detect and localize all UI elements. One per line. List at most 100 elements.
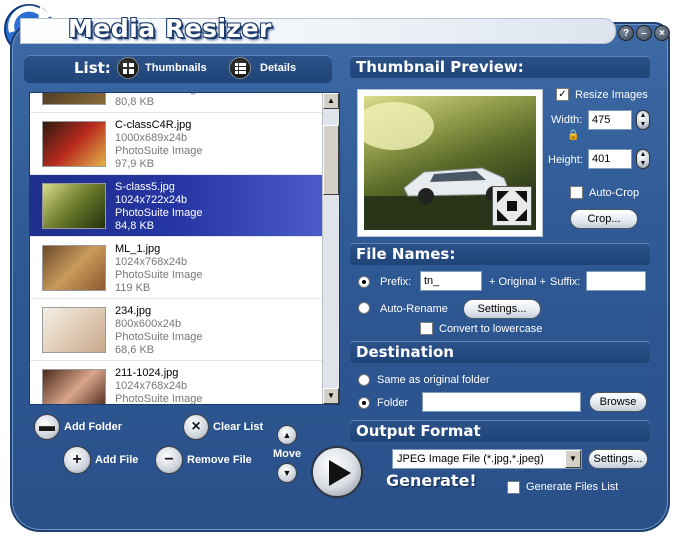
file-dimensions: 1024x768x24b: [115, 256, 188, 268]
scroll-down-arrow-icon[interactable]: ▼: [323, 388, 339, 404]
add-folder-label: Add Folder: [64, 421, 123, 433]
auto-rename-radio[interactable]: [358, 302, 370, 314]
file-size: 84,8 KB: [115, 220, 155, 232]
remove-file-button[interactable]: − Remove File: [155, 446, 252, 474]
scrollbar-thumb[interactable]: [323, 125, 339, 195]
play-icon: [329, 460, 351, 486]
same-folder-label: Same as original folder: [377, 374, 490, 386]
app-title: Media Resizer: [68, 14, 272, 43]
file-name: ML_1.jpg: [115, 243, 161, 255]
lowercase-label: Convert to lowercase: [439, 323, 543, 335]
file-list-item[interactable]: 211-1024.jpg 1024x768x24b PhotoSuite Image: [30, 361, 322, 405]
file-type: PhotoSuite Image: [115, 331, 203, 343]
folder-label: Folder: [377, 397, 409, 409]
folder-radio[interactable]: [358, 397, 370, 409]
auto-rename-label: Auto-Rename: [380, 303, 448, 315]
height-label: Height:: [548, 154, 583, 166]
details-view-label[interactable]: Details: [260, 62, 296, 74]
file-type: PhotoSuite Image: [115, 207, 203, 219]
file-dimensions: 1000x689x24b: [115, 132, 188, 144]
file-list-rows: PhotoSuite Image80,8 KBC-classC4R.jpg100…: [30, 93, 322, 405]
generate-files-list-checkbox[interactable]: [507, 481, 520, 494]
file-name: 234.jpg: [115, 305, 152, 317]
file-list-item[interactable]: ML_1.jpg 1024x768x24b PhotoSuite Image 119 …: [30, 237, 322, 299]
add-folder-button[interactable]: ▬ Add Folder: [34, 414, 122, 440]
auto-rename-settings-button[interactable]: Settings...: [463, 299, 541, 319]
file-thumbnail: [42, 245, 106, 291]
file-size: 80,8 KB: [115, 96, 155, 108]
file-list-item[interactable]: C-classC4R.jpg 1000x689x24b PhotoSuite Ima…: [30, 113, 322, 175]
file-list[interactable]: PhotoSuite Image80,8 KBC-classC4R.jpg100…: [29, 92, 340, 405]
add-file-button[interactable]: + Add File: [63, 446, 138, 474]
prefix-radio[interactable]: [358, 276, 370, 288]
browse-button[interactable]: Browse: [589, 392, 647, 412]
preview-header-label: Thumbnail Preview:: [356, 58, 524, 76]
preview-image: [364, 96, 536, 230]
thumbnail-preview: [357, 89, 543, 237]
output-settings-button[interactable]: Settings...: [588, 449, 648, 469]
thumbnails-view-icon[interactable]: [117, 57, 139, 79]
help-button[interactable]: ?: [618, 25, 634, 41]
add-file-icon: +: [63, 446, 91, 474]
height-input[interactable]: 401: [588, 149, 632, 169]
file-list-item[interactable]: 234.jpg 800x600x24b PhotoSuite Image 68,6 K…: [30, 299, 322, 361]
file-info: C-classC4R.jpg 1000x689x24b PhotoSuite Ima…: [115, 119, 202, 171]
file-info: 211-1024.jpg 1024x768x24b PhotoSuite Image: [115, 367, 203, 405]
suffix-input[interactable]: [586, 271, 646, 291]
original-label: + Original +: [489, 276, 546, 288]
same-folder-radio[interactable]: [358, 374, 370, 386]
file-type: PhotoSuite Image: [115, 269, 203, 281]
scroll-up-arrow-icon[interactable]: ▲: [323, 93, 339, 109]
output-format-select[interactable]: JPEG Image File (*.jpg,*.jpeg) ▼: [392, 449, 582, 469]
file-dimensions: 1024x768x24b: [115, 380, 188, 392]
generate-label[interactable]: Generate!: [386, 471, 477, 490]
width-input[interactable]: 475: [588, 110, 632, 130]
file-names-header-label: File Names:: [356, 245, 456, 263]
width-label: Width:: [551, 114, 583, 126]
move-down-button[interactable]: ▼: [277, 463, 297, 483]
file-type: PhotoSuite Image: [115, 393, 203, 405]
file-size: 68,6 KB: [115, 344, 155, 356]
file-thumbnail: [42, 307, 106, 353]
aspect-lock-icon[interactable]: 🔒: [567, 130, 579, 141]
file-dimensions: 1024x722x24b: [115, 194, 188, 206]
generate-button[interactable]: [311, 446, 363, 498]
move-up-button[interactable]: ▲: [277, 425, 297, 445]
file-info: PhotoSuite Image80,8 KB: [115, 93, 202, 109]
output-format-value: JPEG Image File (*.jpg,*.jpeg): [397, 453, 544, 465]
auto-crop-checkbox[interactable]: [570, 186, 583, 199]
width-spinner[interactable]: ▲ ▼: [636, 110, 650, 130]
file-type: PhotoSuite Image: [115, 145, 203, 157]
output-format-header: Output Format: [350, 420, 650, 442]
list-label: List:: [74, 59, 111, 77]
add-folder-icon: ▬: [34, 414, 60, 440]
height-spinner[interactable]: ▲ ▼: [636, 149, 650, 169]
lowercase-checkbox[interactable]: [420, 322, 433, 335]
file-thumbnail: [42, 183, 106, 229]
destination-header-label: Destination: [356, 343, 454, 361]
move-label: Move: [273, 448, 302, 460]
window-controls: ? – ×: [618, 25, 670, 41]
file-list-item[interactable]: S-class5.jpg 1024x722x24b PhotoSuite Image…: [30, 175, 322, 237]
file-thumbnail: [42, 369, 106, 404]
output-format-header-label: Output Format: [356, 422, 481, 440]
file-info: ML_1.jpg 1024x768x24b PhotoSuite Image 119 …: [115, 243, 202, 295]
crop-button[interactable]: Crop...: [570, 209, 638, 229]
file-list-scrollbar[interactable]: ▲ ▼: [322, 93, 339, 404]
file-size: 119 KB: [115, 282, 151, 294]
minimize-button[interactable]: –: [636, 25, 652, 41]
file-list-item[interactable]: PhotoSuite Image80,8 KB: [30, 93, 322, 113]
resize-images-checkbox[interactable]: ✓: [556, 88, 569, 101]
prefix-input[interactable]: tn_: [420, 271, 482, 291]
close-button[interactable]: ×: [654, 25, 670, 41]
thumbnails-view-label[interactable]: Thumbnails: [145, 62, 207, 74]
destination-header: Destination: [350, 341, 650, 363]
folder-input[interactable]: [422, 392, 581, 412]
clear-list-button[interactable]: × Clear List: [183, 414, 263, 440]
dropdown-arrow-icon[interactable]: ▼: [565, 450, 581, 468]
details-view-icon[interactable]: [229, 57, 251, 79]
expand-icon[interactable]: [492, 186, 532, 226]
file-thumbnail: [42, 93, 106, 105]
file-info: 234.jpg 800x600x24b PhotoSuite Image 68,6 K…: [115, 305, 202, 357]
remove-file-icon: −: [155, 446, 183, 474]
